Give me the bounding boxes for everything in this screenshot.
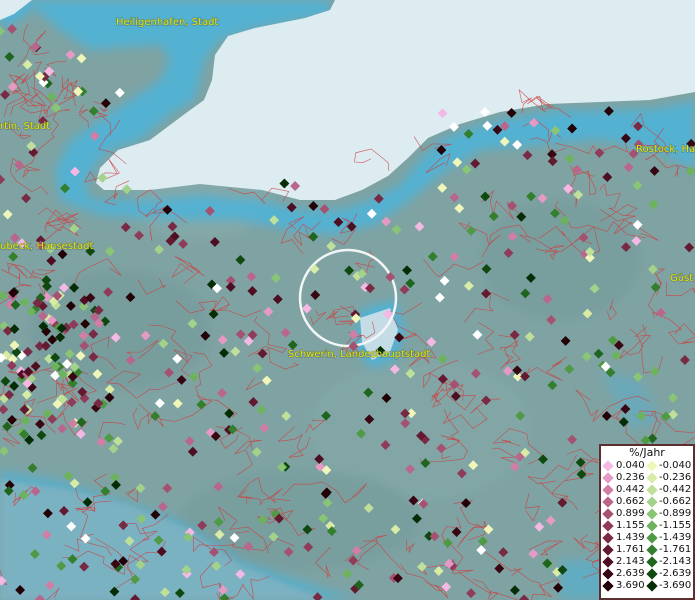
negative-swatch [646, 472, 658, 484]
positive-swatch [602, 580, 614, 592]
negative-swatch [646, 532, 658, 544]
positive-value: 2.639 [616, 568, 645, 579]
positive-swatch [602, 532, 614, 544]
negative-value: -0.662 [659, 496, 692, 507]
legend-rows: 0.040 -0.040 0.236 -0.236 0.442 -0.442 0… [601, 460, 693, 592]
positive-value: 1.155 [616, 520, 645, 531]
city-label-luebeck: ubeck, Hansestadt [0, 241, 93, 252]
positive-value: 0.236 [616, 472, 645, 483]
legend-row: 3.690 -3.690 [601, 580, 693, 592]
negative-value: -3.690 [659, 580, 692, 591]
legend-title: %/Jahr [629, 446, 665, 459]
legend-row: 0.899 -0.899 [601, 508, 693, 520]
negative-value: -0.040 [659, 460, 692, 471]
city-label-heiligenhafen: Heiligenhafen, Stadt [116, 17, 218, 28]
positive-value: 2.143 [616, 556, 645, 567]
negative-value: -0.442 [659, 484, 692, 495]
positive-swatch [602, 508, 614, 520]
positive-swatch [602, 484, 614, 496]
negative-swatch [646, 484, 658, 496]
city-label-eutin: rtin, Stadt [0, 121, 50, 132]
positive-value: 0.899 [616, 508, 645, 519]
negative-swatch [646, 460, 658, 472]
legend-row: 0.236 -0.236 [601, 472, 693, 484]
negative-swatch [646, 508, 658, 520]
negative-swatch [646, 544, 658, 556]
legend-row: 0.662 -0.662 [601, 496, 693, 508]
legend-row: 1.155 -1.155 [601, 520, 693, 532]
negative-swatch [646, 568, 658, 580]
positive-value: 0.662 [616, 496, 645, 507]
legend-row: 0.040 -0.040 [601, 460, 693, 472]
positive-swatch [602, 556, 614, 568]
positive-value: 1.761 [616, 544, 645, 555]
negative-value: -0.899 [659, 508, 692, 519]
positive-swatch [602, 568, 614, 580]
city-label-guestrow: Güst [670, 273, 693, 284]
negative-value: -0.236 [659, 472, 692, 483]
rainfall-trend-map[interactable]: Heiligenhafen, Stadt rtin, Stadt Rostock… [0, 0, 695, 600]
negative-swatch [646, 580, 658, 592]
legend-row: 0.442 -0.442 [601, 484, 693, 496]
negative-value: -1.439 [659, 532, 692, 543]
positive-swatch [602, 544, 614, 556]
positive-value: 1.439 [616, 532, 645, 543]
legend-row: 1.439 -1.439 [601, 532, 693, 544]
negative-value: -2.143 [659, 556, 692, 567]
negative-value: -1.761 [659, 544, 692, 555]
positive-value: 0.040 [616, 460, 645, 471]
city-label-rostock: Rostock, Ha [636, 144, 695, 155]
positive-value: 0.442 [616, 484, 645, 495]
negative-swatch [646, 520, 658, 532]
legend: %/Jahr 0.040 -0.040 0.236 -0.236 0.442 -… [599, 444, 695, 600]
legend-row: 2.143 -2.143 [601, 556, 693, 568]
positive-swatch [602, 496, 614, 508]
city-label-schwerin: Schwerin, Landeshauptstadt [288, 349, 431, 360]
legend-row: 2.639 -2.639 [601, 568, 693, 580]
negative-value: -2.639 [659, 568, 692, 579]
legend-row: 1.761 -1.761 [601, 544, 693, 556]
negative-swatch [646, 496, 658, 508]
positive-swatch [602, 460, 614, 472]
negative-value: -1.155 [659, 520, 692, 531]
negative-swatch [646, 556, 658, 568]
positive-swatch [602, 472, 614, 484]
positive-swatch [602, 520, 614, 532]
positive-value: 3.690 [616, 580, 645, 591]
